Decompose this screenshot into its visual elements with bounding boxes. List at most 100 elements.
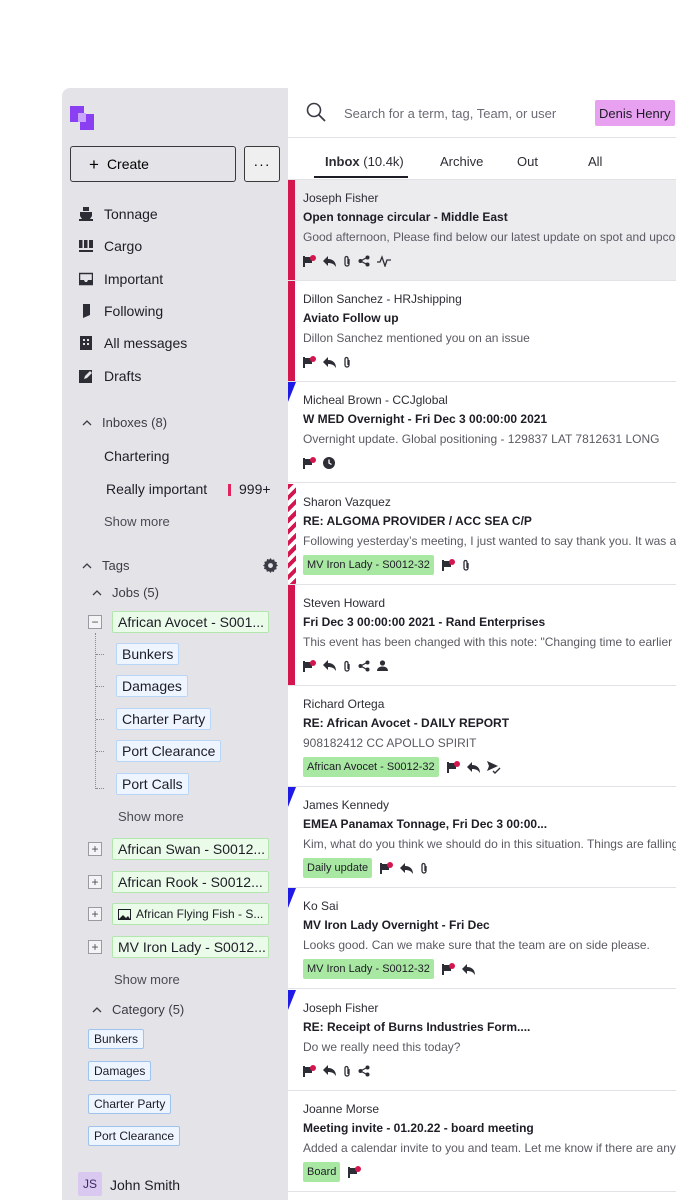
share-icon[interactable] [358, 660, 370, 672]
reply-icon[interactable] [323, 255, 336, 267]
job-tag-mv-iron-lady[interactable]: MV Iron Lady - S0012... [112, 936, 269, 958]
reply-icon[interactable] [323, 356, 336, 368]
unread-count-value: 999+ [239, 481, 271, 497]
flag-dot-icon[interactable] [446, 761, 460, 773]
message-tag[interactable]: African Avocet - S0012-32 [303, 757, 439, 777]
expand-toggle[interactable]: + [88, 842, 102, 856]
striped-marker [288, 483, 296, 584]
inboxes-show-more[interactable]: Show more [104, 514, 170, 529]
sub-tag-charter-party[interactable]: Charter Party [116, 708, 212, 730]
nav-item-following[interactable]: Following [78, 300, 163, 322]
nav-label: Drafts [104, 368, 142, 384]
reply-icon[interactable] [466, 761, 480, 773]
paperclip-icon[interactable] [343, 356, 351, 368]
share-icon[interactable] [358, 1065, 370, 1077]
category-section-toggle[interactable]: Category (5) [92, 1002, 184, 1017]
search-icon[interactable] [306, 102, 326, 127]
tab-all[interactable]: All [588, 154, 602, 169]
nav-item-all-messages[interactable]: All messages [78, 332, 187, 354]
message-row[interactable]: James Kennedy EMEA Panamax Tonnage, Fri D… [288, 787, 676, 889]
job-tag-african-avocet[interactable]: African Avocet - S001... [112, 611, 269, 633]
create-button[interactable]: + Create [70, 146, 236, 182]
tags-section-toggle[interactable]: Tags [82, 558, 129, 573]
category-tag-port-clearance[interactable]: Port Clearance [88, 1126, 181, 1146]
reply-icon[interactable] [323, 1065, 336, 1077]
reply-icon[interactable] [400, 862, 414, 874]
sub-tags-show-more[interactable]: Show more [118, 809, 184, 824]
sub-tag-port-calls[interactable]: Port Calls [116, 773, 189, 795]
job-tag-african-swan[interactable]: African Swan - S0012... [112, 838, 269, 860]
message-tag[interactable]: Board [303, 1161, 341, 1182]
search-input[interactable] [344, 102, 574, 124]
message-subject: W MED Overnight - Fri Dec 3 00:00:00 202… [303, 412, 548, 427]
message-row[interactable]: Steven Howard Fri Dec 3 00:00:00 2021 - R… [288, 584, 676, 686]
gear-icon[interactable] [263, 558, 278, 578]
paperclip-icon[interactable] [343, 1065, 351, 1077]
message-row[interactable]: Joseph Fisher Open tonnage circular - Mid… [288, 180, 676, 281]
user-name[interactable]: John Smith [110, 1177, 180, 1193]
sub-tag-bunkers[interactable]: Bunkers [116, 643, 180, 665]
message-row[interactable]: Joseph Fisher RE: Receipt of Burns Indust… [288, 989, 676, 1091]
jobs-title: Jobs (5) [112, 585, 159, 600]
category-tag-label: Charter Party [94, 1097, 166, 1111]
jobs-show-more[interactable]: Show more [114, 972, 180, 987]
share-icon[interactable] [358, 255, 370, 267]
reply-icon[interactable] [461, 963, 475, 975]
avatar[interactable]: JS [78, 1172, 102, 1196]
sub-tag-port-clearance[interactable]: Port Clearance [116, 740, 222, 762]
collapse-toggle[interactable]: − [88, 615, 102, 629]
nav-item-tonnage[interactable]: Tonnage [78, 203, 158, 225]
message-row[interactable]: Joanne Morse Meeting invite - 01.20.22 - … [288, 1091, 676, 1192]
message-row[interactable]: Sharon Vazquez RE: ALGOMA PROVIDER / ACC … [288, 483, 676, 585]
paperclip-icon[interactable] [343, 255, 351, 267]
send-check-icon[interactable] [486, 760, 501, 774]
message-row[interactable]: Dillon Sanchez - HRJshipping Aviato Follo… [288, 281, 676, 383]
flag-dot-icon[interactable] [303, 255, 316, 267]
flag-dot-icon[interactable] [441, 963, 455, 976]
message-tag[interactable]: MV Iron Lady - S0012-32 [303, 959, 434, 980]
category-tag-bunkers[interactable]: Bunkers [88, 1029, 145, 1049]
paperclip-icon[interactable] [462, 559, 470, 571]
sub-tag-damages[interactable]: Damages [116, 675, 188, 697]
message-tag[interactable]: Daily update [303, 858, 373, 879]
expand-toggle[interactable]: + [88, 875, 102, 889]
flag-dot-icon[interactable] [303, 659, 316, 672]
nav-item-drafts[interactable]: Drafts [78, 365, 141, 387]
expand-toggle[interactable]: + [88, 907, 102, 921]
flag-dot-icon[interactable] [303, 356, 316, 369]
inbox-item-chartering[interactable]: Chartering [104, 448, 169, 464]
paperclip-icon[interactable] [343, 660, 351, 672]
user-filter-pill[interactable]: Denis Henry [595, 100, 675, 126]
flag-dot-icon[interactable] [441, 558, 455, 571]
jobs-section-toggle[interactable]: Jobs (5) [92, 585, 159, 600]
message-row[interactable]: Micheal Brown - CCJglobal W MED Overnight… [288, 382, 676, 484]
message-row[interactable]: Ko Sai MV Iron Lady Overnight - Fri Dec Lo… [288, 888, 676, 990]
activity-icon[interactable] [377, 255, 391, 267]
app-logo[interactable] [70, 106, 94, 130]
tab-inbox[interactable]: Inbox (10.4k) [325, 154, 404, 169]
more-options-button[interactable]: ··· [244, 146, 280, 182]
flag-dot-icon[interactable] [303, 1064, 316, 1077]
clock-icon[interactable] [323, 457, 335, 470]
expand-toggle[interactable]: + [88, 940, 102, 954]
flag-dot-icon[interactable] [348, 1165, 362, 1178]
flag-dot-icon[interactable] [303, 457, 316, 470]
person-icon[interactable] [377, 660, 388, 672]
tree-branch [96, 686, 104, 687]
job-tag-african-flying-fish[interactable]: African Flying Fish - S... [112, 903, 269, 925]
inboxes-section-toggle[interactable]: Inboxes (8) [82, 415, 167, 430]
flag-dot-icon[interactable] [380, 862, 394, 875]
tab-archive[interactable]: Archive [440, 154, 483, 169]
nav-item-important[interactable]: Important [78, 268, 163, 290]
message-row[interactable]: Richard Ortega RE: African Avocet - DAILY… [288, 686, 676, 787]
category-tag-damages[interactable]: Damages [88, 1061, 152, 1081]
message-tag[interactable]: MV Iron Lady - S0012-32 [303, 554, 434, 575]
job-tag-african-rook[interactable]: African Rook - S0012... [112, 871, 269, 893]
category-tag-label: Port Clearance [94, 1129, 175, 1143]
tab-out[interactable]: Out [517, 154, 538, 169]
category-tag-charter-party[interactable]: Charter Party [88, 1094, 172, 1114]
paperclip-icon[interactable] [420, 862, 428, 874]
nav-item-cargo[interactable]: Cargo [78, 235, 142, 257]
reply-icon[interactable] [323, 660, 336, 672]
inbox-item-really-important[interactable]: Really important 999+ [106, 481, 276, 497]
